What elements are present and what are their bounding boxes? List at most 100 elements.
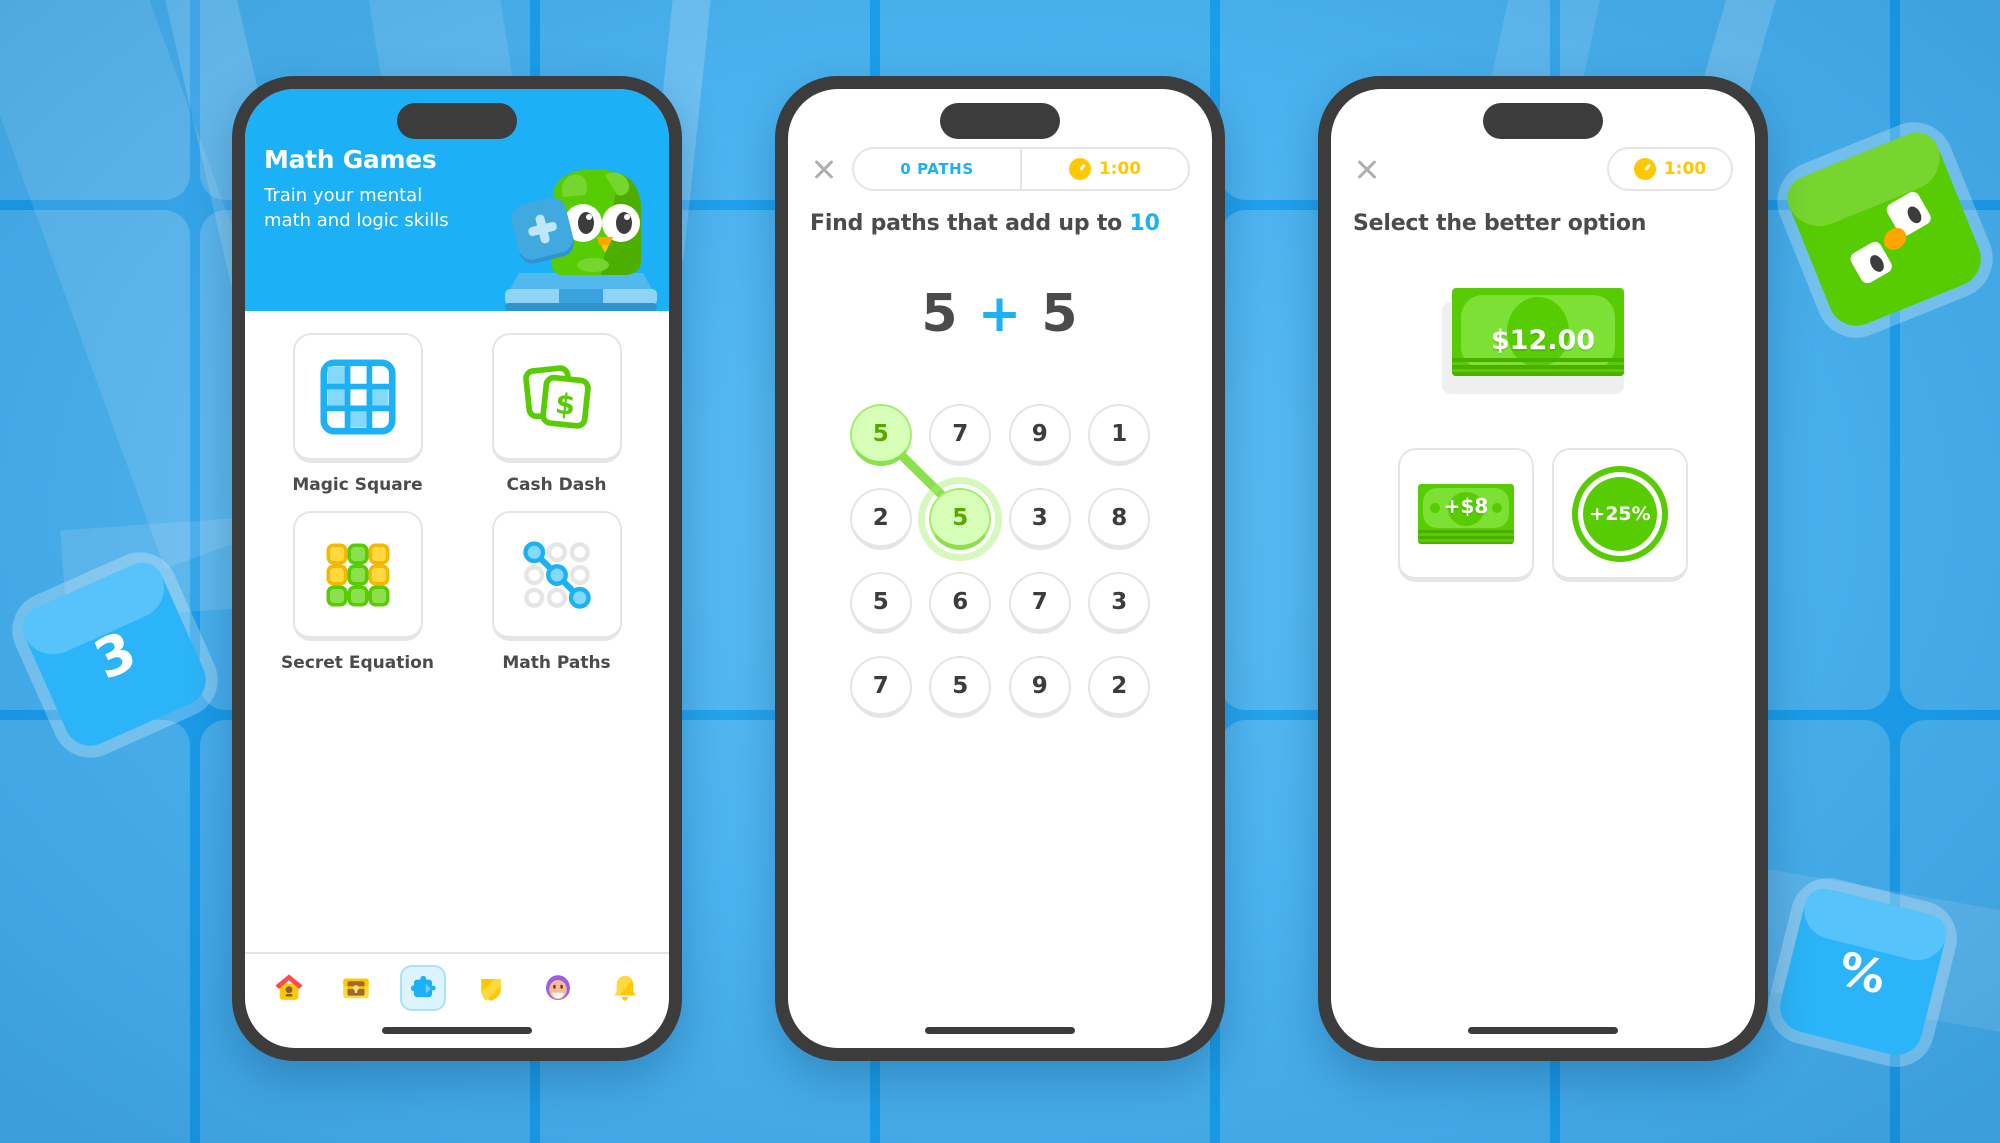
phone3-screen: 1:00 Select the better option $12.00 +$8… xyxy=(1331,89,1755,1048)
equation-left: 5 xyxy=(921,284,959,344)
nav-item-profile[interactable] xyxy=(535,965,581,1011)
puzzle-piece-icon xyxy=(411,975,437,998)
avatar-icon xyxy=(545,975,570,1000)
number-cell[interactable]: 5 xyxy=(841,572,921,634)
money-amount-display: $12.00 xyxy=(1442,288,1634,394)
magic-square-tile-box[interactable] xyxy=(292,333,423,463)
nav-item-home[interactable] xyxy=(266,965,312,1011)
games-tile-grid: Magic Square $ Cash Dash Secret Equation… xyxy=(245,311,669,673)
phone3-notch xyxy=(1483,103,1603,139)
number-cell[interactable]: 6 xyxy=(921,572,1001,634)
secret-equation-icon xyxy=(326,543,389,606)
prompt-target: 10 xyxy=(1129,211,1160,236)
number-button[interactable]: 9 xyxy=(1008,404,1071,466)
number-button[interactable]: 2 xyxy=(849,488,912,550)
phone-cash-dash-game: 1:00 Select the better option $12.00 +$8… xyxy=(1318,76,1768,1061)
option-card-cash[interactable]: +$8 xyxy=(1398,448,1534,582)
screenshot-root: 3 % Math Games Train your mental math an… xyxy=(0,0,2000,1143)
option-card-percent[interactable]: +25% xyxy=(1552,448,1688,582)
number-button[interactable]: 5 xyxy=(849,404,912,466)
cash-dash-tile-box[interactable]: $ xyxy=(491,333,622,463)
game-tile-magic-square[interactable]: Magic Square xyxy=(265,333,450,495)
number-button[interactable]: 9 xyxy=(1008,656,1071,718)
number-cell[interactable]: 2 xyxy=(1080,656,1160,718)
timer-label: 1:00 xyxy=(1098,159,1142,179)
timer-label: 1:00 xyxy=(1663,159,1707,179)
number-button[interactable]: 7 xyxy=(1008,572,1071,634)
phone-math-paths-game: 0 PATHS 1:00 Find paths that add up to 1… xyxy=(775,76,1225,1061)
paths-count-label: 0 PATHS xyxy=(900,160,974,178)
number-cell[interactable]: 5 xyxy=(918,477,1003,561)
number-button[interactable]: 2 xyxy=(1088,656,1151,718)
number-cell[interactable]: 3 xyxy=(1080,572,1160,634)
timer-segment: 1:00 xyxy=(1613,149,1727,189)
phone1-home-indicator xyxy=(382,1027,532,1034)
nav-item-notifications[interactable] xyxy=(602,965,648,1011)
number-cell[interactable]: 3 xyxy=(1000,488,1080,550)
number-cell[interactable]: 5 xyxy=(841,404,921,466)
svg-text:$: $ xyxy=(553,387,576,422)
game-tile-label: Secret Equation xyxy=(281,653,434,673)
status-pill: 0 PATHS 1:00 xyxy=(852,147,1190,191)
page-subtitle: Train your mental math and logic skills xyxy=(264,185,449,231)
number-cell[interactable]: 1 xyxy=(1080,404,1160,466)
bill-stack-edges xyxy=(1452,356,1624,376)
equation-right: 5 xyxy=(1041,284,1079,344)
number-button[interactable]: 5 xyxy=(849,572,912,634)
option-cards: +$8 +25% xyxy=(1398,448,1688,582)
game-tile-label: Magic Square xyxy=(292,475,423,495)
number-cell[interactable]: 2 xyxy=(841,488,921,550)
number-button[interactable]: 5 xyxy=(929,656,992,718)
number-cell[interactable]: 9 xyxy=(1000,404,1080,466)
number-button[interactable]: 1 xyxy=(1088,404,1151,466)
bell-icon xyxy=(614,976,636,1001)
number-cell[interactable]: 5 xyxy=(921,656,1001,718)
phone2-screen: 0 PATHS 1:00 Find paths that add up to 1… xyxy=(788,89,1212,1048)
phone1-notch xyxy=(397,103,517,139)
number-cell[interactable]: 9 xyxy=(1000,656,1080,718)
math-paths-tile-box[interactable] xyxy=(491,511,622,641)
phone1-screen: Math Games Train your mental math and lo… xyxy=(245,89,669,1048)
number-button[interactable]: 7 xyxy=(929,404,992,466)
number-cell[interactable]: 7 xyxy=(921,404,1001,466)
timer-pill: 1:00 xyxy=(1607,147,1733,191)
nav-item-shield[interactable] xyxy=(468,965,514,1011)
number-cell[interactable]: 7 xyxy=(1000,572,1080,634)
number-cell[interactable]: 8 xyxy=(1080,488,1160,550)
close-icon[interactable] xyxy=(810,155,838,183)
money-bill-icon: +$8 xyxy=(1418,483,1514,544)
option-label: +$8 xyxy=(1443,494,1489,519)
prompt-text: Find paths that add up to xyxy=(810,211,1130,236)
paths-counter-segment: 0 PATHS xyxy=(854,149,1020,189)
magic-square-icon xyxy=(319,358,396,435)
number-cell[interactable]: 7 xyxy=(841,656,921,718)
percent-circle-icon: +25% xyxy=(1572,465,1668,562)
cash-dash-prompt: Select the better option xyxy=(1353,211,1647,236)
house-icon xyxy=(275,974,303,1000)
phone2-notch xyxy=(940,103,1060,139)
number-button[interactable]: 6 xyxy=(929,572,992,634)
timer-segment: 1:00 xyxy=(1020,149,1188,189)
number-button[interactable]: 7 xyxy=(849,656,912,718)
game-tile-math-paths[interactable]: Math Paths xyxy=(464,511,649,673)
equation-operator: + xyxy=(977,284,1023,344)
shield-icon xyxy=(480,979,501,1001)
number-button[interactable]: 8 xyxy=(1088,488,1151,550)
close-icon[interactable] xyxy=(1353,155,1381,183)
number-button[interactable]: 3 xyxy=(1008,488,1071,550)
game-tile-cash-dash[interactable]: $ Cash Dash xyxy=(464,333,649,495)
option-label: +25% xyxy=(1583,476,1657,551)
duo-owl-icon xyxy=(501,161,661,311)
nav-item-treasure[interactable] xyxy=(333,965,379,1011)
equation-display: 5 + 5 xyxy=(788,284,1212,344)
number-button[interactable]: 3 xyxy=(1088,572,1151,634)
game-tile-label: Cash Dash xyxy=(506,475,607,495)
nav-item-games[interactable] xyxy=(400,965,447,1011)
amount-label: $12.00 xyxy=(1490,324,1596,356)
game-tile-label: Math Paths xyxy=(502,653,611,673)
math-paths-icon xyxy=(522,540,591,609)
secret-equation-tile-box[interactable] xyxy=(292,511,423,641)
number-button[interactable]: 5 xyxy=(918,477,1003,561)
game-tile-secret-equation[interactable]: Secret Equation xyxy=(265,511,450,673)
clock-icon xyxy=(1633,158,1656,180)
